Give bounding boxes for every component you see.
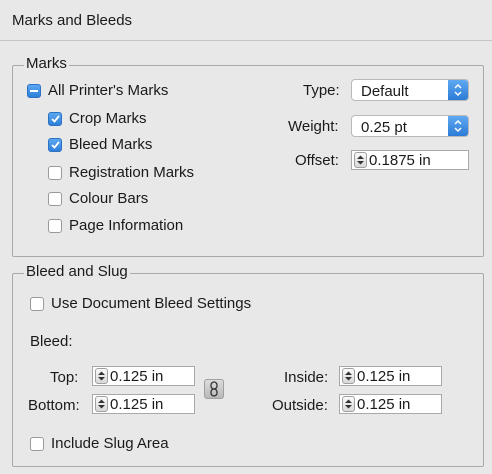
all-printers-marks-label: All Printer's Marks — [48, 82, 169, 99]
stepper-arrows-icon[interactable] — [354, 152, 367, 168]
bottom-label: Bottom: — [28, 397, 80, 414]
marks-legend: Marks — [24, 55, 69, 72]
top-field[interactable]: 0.125 in — [92, 366, 195, 386]
bleed-marks-label: Bleed Marks — [69, 136, 153, 153]
updown-chevron-icon — [448, 80, 468, 100]
stepper-arrows-icon[interactable] — [342, 396, 355, 412]
all-printers-marks-checkbox[interactable]: All Printer's Marks — [27, 82, 168, 99]
crop-marks-label: Crop Marks — [69, 110, 147, 127]
offset-field[interactable]: 0.1875 in — [351, 150, 469, 170]
inside-label: Inside: — [284, 369, 329, 386]
include-slug-label: Include Slug Area — [51, 435, 169, 452]
stepper-arrows-icon[interactable] — [95, 396, 108, 412]
checkmark-icon — [48, 111, 62, 126]
weight-select[interactable]: 0.25 pt — [351, 115, 469, 137]
outside-label: Outside: — [272, 397, 328, 414]
type-label: Type: — [303, 82, 340, 99]
use-document-bleed-checkbox[interactable]: Use Document Bleed Settings — [30, 295, 251, 312]
stepper-arrows-icon[interactable] — [342, 368, 355, 384]
registration-marks-checkbox[interactable]: Registration Marks — [48, 164, 194, 181]
inside-value: 0.125 in — [357, 368, 411, 385]
page-information-checkbox[interactable]: Page Information — [48, 217, 183, 234]
dialog-title-bar: Marks and Bleeds — [0, 0, 492, 41]
bottom-value: 0.125 in — [110, 396, 164, 413]
offset-label: Offset: — [295, 152, 339, 169]
outside-value: 0.125 in — [357, 396, 411, 413]
updown-chevron-icon — [448, 116, 468, 136]
crop-marks-checkbox[interactable]: Crop Marks — [48, 110, 147, 127]
offset-value: 0.1875 in — [369, 152, 431, 169]
bottom-field[interactable]: 0.125 in — [92, 394, 195, 414]
minus-icon — [27, 83, 41, 98]
registration-marks-label: Registration Marks — [69, 164, 195, 181]
top-value: 0.125 in — [110, 368, 164, 385]
bleed-marks-checkbox[interactable]: Bleed Marks — [48, 136, 152, 153]
use-document-bleed-label: Use Document Bleed Settings — [51, 295, 252, 312]
colour-bars-checkbox[interactable]: Colour Bars — [48, 190, 148, 207]
colour-bars-label: Colour Bars — [69, 190, 149, 207]
inside-field[interactable]: 0.125 in — [339, 366, 442, 386]
type-value: Default — [361, 83, 409, 100]
outside-field[interactable]: 0.125 in — [339, 394, 442, 414]
include-slug-checkbox[interactable]: Include Slug Area — [30, 435, 169, 452]
bleed-slug-legend: Bleed and Slug — [24, 263, 130, 280]
weight-label: Weight: — [288, 118, 339, 135]
type-select[interactable]: Default — [351, 79, 469, 101]
checkmark-icon — [48, 137, 62, 152]
chain-link-icon[interactable] — [204, 379, 224, 399]
top-label: Top: — [50, 369, 79, 386]
page-information-label: Page Information — [69, 217, 184, 234]
weight-value: 0.25 pt — [361, 119, 407, 136]
dialog-title: Marks and Bleeds — [12, 12, 133, 29]
bleed-heading: Bleed: — [30, 333, 73, 350]
stepper-arrows-icon[interactable] — [95, 368, 108, 384]
